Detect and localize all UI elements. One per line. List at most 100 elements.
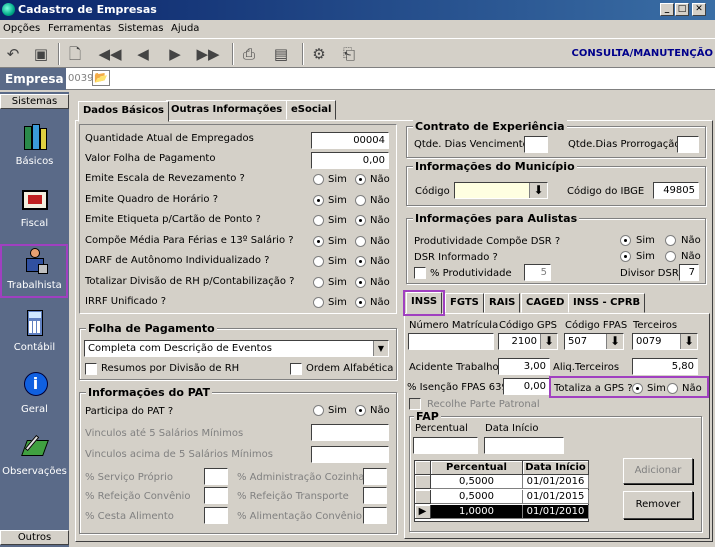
resumos-checkbox[interactable] (85, 363, 97, 375)
ref-transp-field[interactable] (363, 487, 387, 504)
question-nao-radio[interactable] (355, 235, 366, 247)
terc-field[interactable]: 0079 ⬇ (632, 333, 698, 350)
divisor-field[interactable]: 7 (679, 264, 699, 281)
fap-cell-date[interactable]: 01/01/2010 (523, 505, 589, 519)
sidebar-footer[interactable]: Outros (0, 530, 69, 545)
tab-outras-informacoes[interactable]: Outras Informações (166, 100, 288, 120)
menu-ajuda[interactable]: Ajuda (171, 23, 199, 34)
dsr-nao-radio[interactable] (665, 235, 676, 246)
empresa-code[interactable]: 0039 (68, 73, 93, 84)
menu-opcoes[interactable]: Opções (3, 23, 40, 34)
sidebar-item-fiscal[interactable]: Fiscal (0, 184, 69, 229)
acid-field[interactable]: 3,00 (498, 358, 550, 375)
tab-inss-cprb[interactable]: INSS - CPRB (568, 293, 646, 313)
first-record-icon[interactable]: ◀◀ (98, 44, 122, 64)
dsr-sim-radio[interactable] (620, 235, 631, 246)
isencao-field[interactable]: 0,00 (503, 378, 550, 395)
dsr-inf-nao-radio[interactable] (665, 251, 676, 262)
question-sim-radio[interactable] (313, 194, 324, 206)
fap-cell-pct[interactable]: 0,5000 (431, 475, 523, 489)
sidebar-item-contabil[interactable]: Contábil (0, 308, 69, 353)
fap-cell-date[interactable]: 01/01/2015 (523, 490, 589, 504)
question-nao-radio[interactable] (355, 215, 366, 226)
last-record-icon[interactable]: ▶▶ (196, 44, 220, 64)
row-indicator-icon[interactable]: ▶ (415, 505, 431, 519)
col-data-inicio[interactable]: Data Início (523, 461, 589, 475)
dsr-inf-sim-radio[interactable] (620, 251, 631, 262)
sidebar-item-geral[interactable]: i Geral (0, 370, 69, 415)
col-percentual[interactable]: Percentual (431, 461, 523, 475)
codigo-municipio-select[interactable]: ⬇ (454, 182, 548, 199)
matricula-field[interactable] (408, 333, 494, 350)
admin-field[interactable] (363, 468, 387, 485)
dropdown-icon[interactable]: ⬇ (606, 334, 623, 349)
minimize-button[interactable]: _ (660, 3, 674, 16)
gps-field[interactable]: 2100 ⬇ (498, 333, 558, 350)
fap-cell-pct[interactable]: 1,0000 (431, 505, 523, 519)
fap-cell-date[interactable]: 01/01/2016 (523, 475, 589, 489)
fap-percentual-field[interactable] (413, 437, 478, 454)
question-sim-radio[interactable] (313, 174, 324, 185)
menu-ferramentas[interactable]: Ferramentas (48, 23, 111, 34)
menu-sistemas[interactable]: Sistemas (118, 23, 164, 34)
row-header[interactable] (415, 475, 431, 489)
qtd-empregados-field[interactable]: 00004 (311, 132, 389, 149)
prod-field[interactable]: 5 (524, 264, 551, 281)
tab-esocial[interactable]: eSocial (286, 100, 337, 120)
venc-field[interactable] (524, 136, 548, 153)
question-sim-radio[interactable] (313, 215, 324, 226)
folha-select[interactable]: Completa com Descrição de Eventos ▼ (84, 340, 389, 357)
question-nao-radio[interactable] (355, 194, 366, 206)
question-sim-radio[interactable] (313, 235, 324, 247)
question-sim-radio[interactable] (313, 276, 324, 288)
question-nao-radio[interactable] (355, 174, 366, 185)
print-icon[interactable]: ⎙ (240, 44, 258, 64)
add-button[interactable]: Adicionar (623, 458, 693, 484)
sidebar-item-observacoes[interactable]: Observações (0, 432, 69, 477)
fap-data-field[interactable] (484, 437, 564, 454)
preview-icon[interactable]: 🗋 (66, 44, 84, 64)
calculator-tool-icon[interactable]: ▤ (272, 44, 290, 64)
question-sim-radio[interactable] (313, 256, 324, 267)
dropdown-icon[interactable]: ⬇ (680, 334, 697, 349)
participa-nao-radio[interactable] (355, 405, 366, 416)
refeicao-field[interactable] (204, 487, 228, 504)
question-sim-radio[interactable] (313, 297, 324, 308)
servico-field[interactable] (204, 468, 228, 485)
next-record-icon[interactable]: ▶ (166, 44, 184, 64)
tab-caged[interactable]: CAGED (521, 293, 570, 313)
ibge-field[interactable]: 49805 (653, 182, 699, 199)
open-folder-icon[interactable]: 📂 (92, 70, 110, 86)
tab-dados-basicos[interactable]: Dados Básicos (78, 101, 170, 122)
cesta-field[interactable] (204, 507, 228, 524)
participa-sim-radio[interactable] (313, 405, 324, 416)
aliment-field[interactable] (363, 507, 387, 524)
prorr-field[interactable] (677, 136, 699, 153)
vinc-ate-field[interactable] (311, 424, 389, 441)
question-nao-radio[interactable] (355, 297, 366, 308)
remove-button[interactable]: Remover (623, 491, 693, 519)
tab-fgts[interactable]: FGTS (445, 293, 484, 313)
undo-icon[interactable]: ↶ (4, 44, 22, 64)
aliq-field[interactable]: 5,80 (632, 358, 698, 375)
save-icon[interactable]: ▣ (32, 44, 50, 64)
fap-cell-pct[interactable]: 0,5000 (431, 490, 523, 504)
produtividade-checkbox[interactable] (414, 267, 426, 279)
recolhe-checkbox[interactable] (409, 398, 421, 410)
exit-icon[interactable]: ⎗ (340, 44, 358, 64)
search-tool-icon[interactable]: ⚙ (310, 44, 328, 64)
sidebar-item-basicos[interactable]: Básicos (0, 122, 69, 167)
vinc-acima-field[interactable] (311, 446, 389, 463)
tab-rais[interactable]: RAIS (484, 293, 521, 313)
dropdown-icon[interactable]: ⬇ (529, 183, 547, 198)
previous-record-icon[interactable]: ◀ (134, 44, 152, 64)
valor-folha-field[interactable]: 0,00 (311, 152, 389, 169)
dropdown-icon[interactable]: ⬇ (540, 334, 557, 349)
sidebar-header[interactable]: Sistemas (0, 94, 69, 109)
fpas-field[interactable]: 507 ⬇ (564, 333, 624, 350)
row-header[interactable] (415, 490, 431, 504)
question-nao-radio[interactable] (355, 276, 366, 288)
maximize-button[interactable]: □ (675, 3, 689, 16)
question-nao-radio[interactable] (355, 256, 366, 267)
close-button[interactable]: ✕ (692, 3, 706, 16)
